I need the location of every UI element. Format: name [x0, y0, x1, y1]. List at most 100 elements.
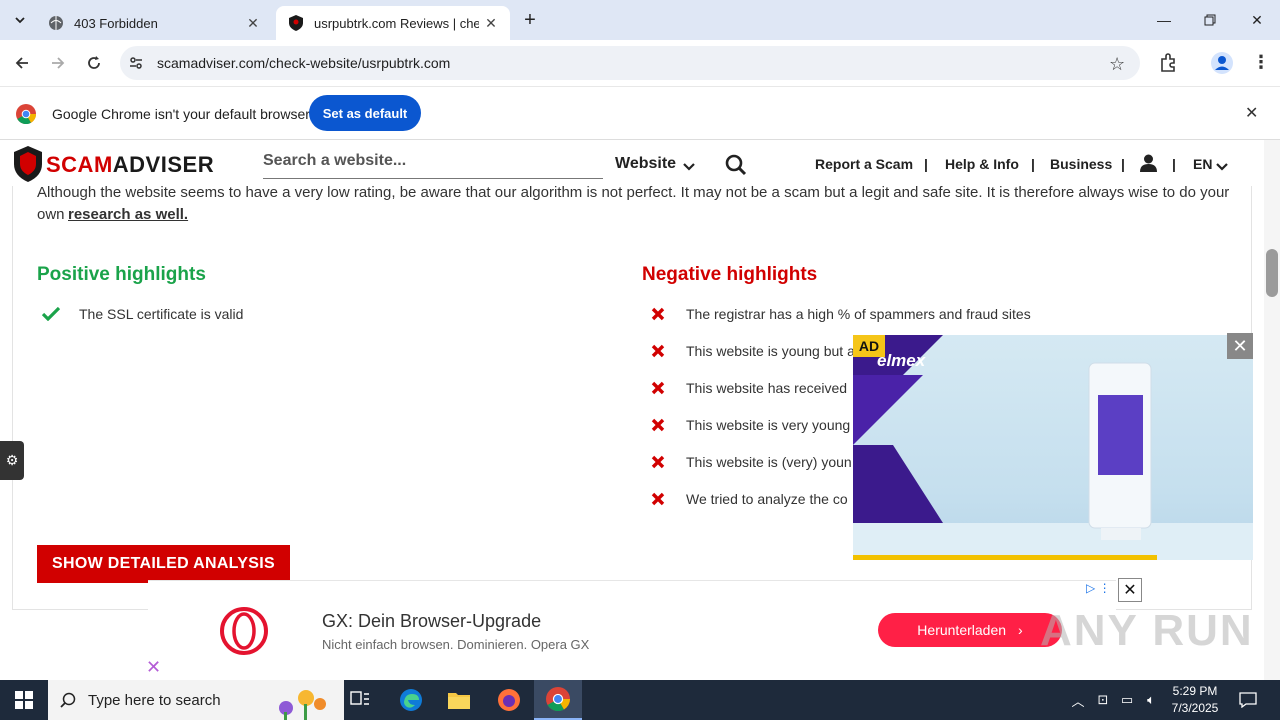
help-info-link[interactable]: Help & Info — [945, 156, 1019, 172]
chrome-taskbar-icon[interactable] — [534, 680, 582, 720]
list-item: This website has received — [648, 378, 847, 398]
tab-search-button[interactable] — [2, 0, 38, 40]
positive-item-text: The SSL certificate is valid — [79, 306, 244, 322]
taskbar-search-box[interactable]: Type here to search — [48, 680, 344, 720]
url-text: scamadviser.com/check-website/usrpubtrk.… — [157, 55, 451, 71]
ad-progress-bar — [853, 555, 1157, 560]
nav-separator: | — [1172, 156, 1176, 172]
volume-icon[interactable]: 🔈︎ — [1139, 680, 1163, 720]
list-item: This website is young but a — [648, 341, 855, 361]
list-item: The SSL certificate is valid — [41, 304, 243, 324]
back-icon[interactable] — [7, 48, 37, 78]
flowers-icon — [266, 684, 336, 725]
chevron-down-icon — [15, 17, 25, 24]
tab-close-icon[interactable]: ✕ — [482, 14, 500, 32]
edge-icon[interactable] — [387, 680, 435, 720]
taskbar-search-placeholder: Type here to search — [88, 691, 221, 709]
chevron-up-icon[interactable]: ︿ — [1066, 680, 1090, 720]
tab-403-forbidden[interactable]: 403 Forbidden ✕ — [36, 6, 272, 40]
video-ad[interactable]: elmex — [853, 335, 1253, 560]
negative-item-text: This website is young but a — [686, 343, 855, 359]
ad-subtitle: Nicht einfach browsen. Dominieren. Opera… — [322, 637, 590, 652]
report-scam-link[interactable]: Report a Scam — [815, 156, 913, 172]
chevron-down-icon — [683, 159, 695, 177]
extensions-icon[interactable] — [1158, 53, 1178, 78]
logo-adviser: ADVISER — [112, 152, 215, 177]
negative-item-text: This website is (very) youn — [686, 454, 852, 470]
address-bar[interactable]: scamadviser.com/check-website/usrpubtrk.… — [120, 46, 1140, 80]
profile-icon[interactable] — [1211, 52, 1233, 79]
download-label: Herunterladen — [917, 622, 1007, 638]
cross-icon — [648, 304, 668, 324]
cross-icon — [648, 489, 668, 509]
anyrun-watermark: ANY RUN — [1040, 606, 1254, 655]
browser-toolbar: scamadviser.com/check-website/usrpubtrk.… — [0, 40, 1280, 86]
task-view-icon[interactable] — [336, 680, 384, 720]
network-device-icon[interactable]: ⊡ — [1091, 680, 1115, 720]
firefox-icon[interactable] — [485, 680, 533, 720]
negative-item-text: The registrar has a high % of spammers a… — [686, 306, 1031, 322]
cross-icon — [648, 378, 668, 398]
user-account-icon[interactable] — [1140, 154, 1157, 177]
file-explorer-icon[interactable] — [435, 680, 483, 720]
negative-item-text: We tried to analyze the co — [686, 491, 848, 507]
site-logo[interactable]: SCAMADVISER — [46, 152, 214, 178]
scrollbar-thumb[interactable] — [1266, 249, 1278, 297]
disclaimer-text: Although the website seems to have a ver… — [37, 184, 1230, 201]
language-selector[interactable]: EN — [1193, 156, 1212, 172]
chevron-down-icon — [1216, 159, 1228, 177]
show-detailed-analysis-button[interactable]: SHOW DETAILED ANALYSIS — [37, 545, 290, 583]
research-link[interactable]: research as well. — [68, 206, 188, 223]
tab-title: 403 Forbidden — [74, 15, 158, 31]
nav-separator: | — [1031, 156, 1035, 172]
website-search-input[interactable]: Search a website... — [263, 152, 603, 179]
negative-highlights-heading: Negative highlights — [642, 264, 818, 285]
site-settings-icon[interactable] — [128, 55, 144, 76]
network-icon[interactable]: ▭ — [1115, 680, 1139, 720]
cross-icon — [648, 452, 668, 472]
ad-title: GX: Dein Browser-Upgrade — [322, 611, 542, 631]
page-scrollbar[interactable] — [1264, 140, 1280, 680]
forward-icon[interactable] — [43, 48, 73, 78]
list-item: This website is very young — [648, 415, 850, 435]
disclaimer-text: own — [37, 206, 65, 223]
reload-icon[interactable] — [79, 48, 109, 78]
checkmark-icon — [41, 304, 61, 324]
chrome-logo-icon — [16, 104, 37, 129]
set-as-default-button[interactable]: Set as default — [309, 95, 421, 131]
ad-x-icon: ✕ — [146, 657, 162, 677]
negative-item-text: This website has received — [686, 380, 848, 396]
close-banner-icon[interactable]: ✕ — [1245, 103, 1258, 123]
bookmark-star-icon[interactable]: ☆ — [1109, 54, 1125, 75]
negative-item-text: This website is very young — [686, 417, 851, 433]
tab-scamadviser[interactable]: usrpubtrk.com Reviews | check ✕ — [276, 6, 510, 40]
windows-start-icon[interactable] — [0, 680, 48, 720]
close-bottom-ad-button[interactable]: ✕ — [1118, 578, 1142, 602]
search-type-dropdown[interactable]: Website — [615, 155, 676, 173]
tab-close-icon[interactable]: ✕ — [244, 14, 262, 32]
nav-separator: | — [924, 156, 928, 172]
restore-icon[interactable] — [1187, 0, 1233, 40]
logo-scam: SCAM — [46, 152, 113, 177]
cross-icon — [648, 415, 668, 435]
menu-kebab-icon[interactable]: ⋮ — [1252, 52, 1270, 73]
adchoices-icon[interactable]: ▷ ⋮ — [1086, 581, 1111, 595]
business-link[interactable]: Business — [1050, 156, 1112, 172]
herunterladen-button[interactable]: Herunterladen › — [878, 613, 1062, 647]
minimize-icon[interactable]: — — [1141, 0, 1187, 40]
globe-icon — [48, 15, 64, 31]
list-item: This website is (very) youn — [648, 452, 852, 472]
search-icon[interactable] — [725, 154, 747, 181]
settings-gear-icon[interactable]: ⚙ — [0, 441, 24, 480]
taskbar-clock[interactable]: 5:29 PM 7/3/2025 — [1166, 683, 1224, 717]
cross-icon — [648, 341, 668, 361]
ad-label: AD — [853, 335, 885, 357]
tab-strip: 403 Forbidden ✕ usrpubtrk.com Reviews | … — [0, 0, 1280, 40]
close-ad-button[interactable]: ✕ — [1227, 333, 1253, 359]
list-item: The registrar has a high % of spammers a… — [648, 304, 1031, 324]
new-tab-button[interactable]: + — [512, 0, 548, 40]
notifications-icon[interactable] — [1236, 680, 1260, 720]
nav-separator: | — [1121, 156, 1125, 172]
scamadviser-logo-icon[interactable] — [14, 146, 42, 187]
close-window-icon[interactable]: ✕ — [1234, 0, 1280, 40]
